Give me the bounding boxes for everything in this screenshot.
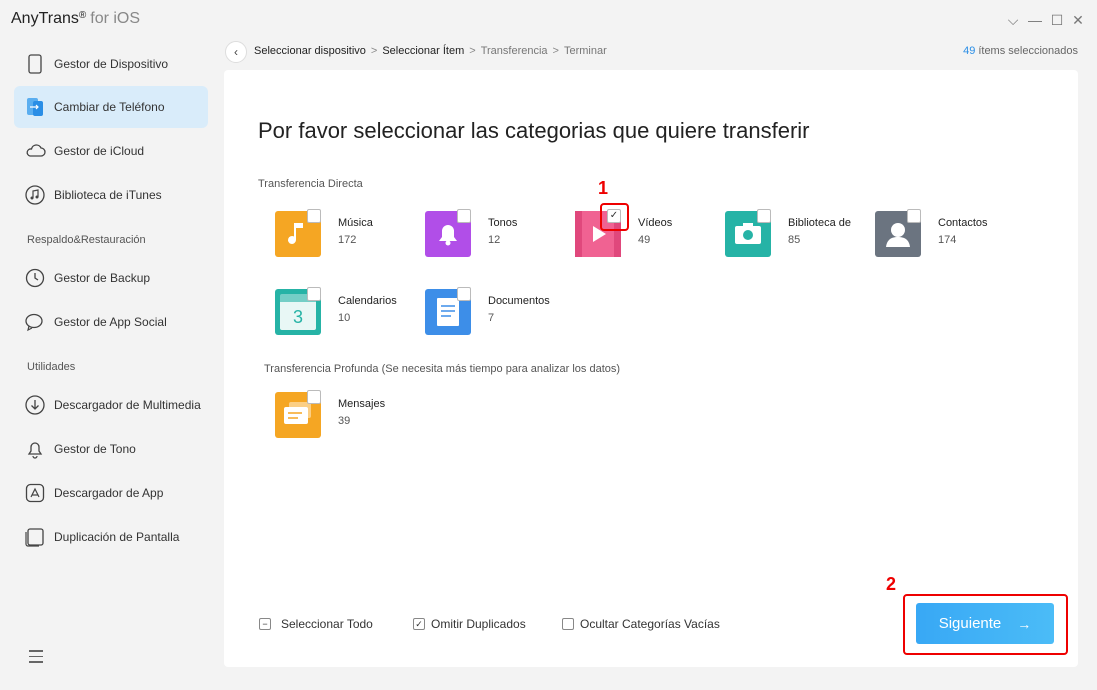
annotation-number-2: 2 <box>886 574 897 594</box>
minimize-icon[interactable]: — <box>1027 12 1043 28</box>
category-music[interactable]: Música 172 <box>275 209 415 261</box>
cloud-icon <box>26 144 46 157</box>
sidebar-item-phone-switch[interactable]: Cambiar de Teléfono <box>14 86 208 128</box>
annotation-box-1 <box>600 203 629 231</box>
section-backup-label: Respaldo&Restauración <box>27 234 146 246</box>
category-videos[interactable]: ✓ Vídeos 49 <box>575 209 715 261</box>
collapse-icon[interactable]: ⌵ <box>1005 12 1021 29</box>
maximize-icon[interactable]: ☐ <box>1049 12 1065 29</box>
deep-transfer-label: Transferencia Profunda (Se necesita más … <box>264 363 621 375</box>
title-bar: AnyTrans® for iOS ⌵ — ☐ ✕ <box>0 0 1097 40</box>
breadcrumb-step-finish: Terminar <box>563 45 607 57</box>
sidebar-item-screen-mirror[interactable]: Duplicación de Pantalla <box>14 516 208 558</box>
screen-mirror-icon <box>25 528 44 547</box>
category-checkbox[interactable] <box>457 287 471 301</box>
menu-icon[interactable] <box>29 650 43 667</box>
breadcrumb-step-transfer: Transferencia <box>480 45 548 57</box>
category-photo-library[interactable]: Biblioteca de 85 <box>725 209 865 261</box>
app-title: AnyTrans® for iOS <box>11 10 141 27</box>
svg-text:3: 3 <box>293 307 303 327</box>
sidebar-item-media-downloader[interactable]: Descargador de Multimedia <box>14 384 208 426</box>
next-button[interactable]: Siguiente → <box>916 603 1054 644</box>
hide-empty-option[interactable]: Ocultar Categorías Vacías <box>562 617 720 631</box>
category-checkbox[interactable] <box>907 209 921 223</box>
phone-switch-icon <box>27 98 43 116</box>
selected-count: 49 ítems seleccionados <box>963 45 1078 57</box>
sidebar-item-icloud[interactable]: Gestor de iCloud <box>14 130 208 172</box>
select-all-option[interactable]: − Seleccionar Todo <box>259 617 373 631</box>
select-all-checkbox[interactable]: − <box>259 618 271 630</box>
skip-duplicates-option[interactable]: ✓ Omitir Duplicados <box>413 617 526 631</box>
breadcrumb-step-device[interactable]: Seleccionar dispositivo <box>254 45 366 57</box>
sidebar-item-ringtone[interactable]: Gestor de Tono <box>14 428 208 470</box>
category-checkbox[interactable] <box>757 209 771 223</box>
category-documents[interactable]: Documentos 7 <box>425 287 565 339</box>
category-checkbox[interactable] <box>307 390 321 404</box>
sidebar: Gestor de Dispositivo Cambiar de Teléfon… <box>0 40 220 690</box>
device-icon <box>28 54 42 74</box>
breadcrumb: Seleccionar dispositivo > Seleccionar Ítem… <box>254 45 607 57</box>
section-utilities-label: Utilidades <box>27 361 76 373</box>
category-checkbox[interactable] <box>307 287 321 301</box>
annotation-number-1: 1 <box>598 178 609 198</box>
category-ringtones[interactable]: Tonos 12 <box>425 209 565 261</box>
category-checkbox[interactable] <box>457 209 471 223</box>
backup-icon <box>25 268 45 288</box>
itunes-icon <box>25 185 45 205</box>
sidebar-item-social-app[interactable]: Gestor de App Social <box>14 301 208 343</box>
sidebar-item-itunes[interactable]: Biblioteca de iTunes <box>14 174 208 216</box>
category-calendars[interactable]: 3 Calendarios 10 <box>275 287 415 339</box>
sidebar-item-backup[interactable]: Gestor de Backup <box>14 257 208 299</box>
category-messages[interactable]: Mensajes 39 <box>275 390 415 442</box>
breadcrumb-step-item: Seleccionar Ítem <box>382 45 465 57</box>
chat-icon <box>25 313 43 332</box>
category-checkbox[interactable] <box>307 209 321 223</box>
close-icon[interactable]: ✕ <box>1070 12 1086 29</box>
category-contacts[interactable]: Contactos 174 <box>875 209 1015 261</box>
page-title: Por favor seleccionar las categorias que… <box>258 118 810 143</box>
sidebar-item-app-downloader[interactable]: Descargador de App <box>14 472 208 514</box>
skip-duplicates-checkbox[interactable]: ✓ <box>413 618 425 630</box>
hide-empty-checkbox[interactable] <box>562 618 574 630</box>
sidebar-item-device-manager[interactable]: Gestor de Dispositivo <box>14 43 208 85</box>
arrow-right-icon: → <box>1017 615 1032 632</box>
app-store-icon <box>25 483 45 503</box>
download-icon <box>25 395 45 415</box>
bell-icon <box>27 442 43 459</box>
direct-transfer-label: Transferencia Directa <box>258 178 363 190</box>
back-button[interactable]: ‹ <box>225 41 247 63</box>
